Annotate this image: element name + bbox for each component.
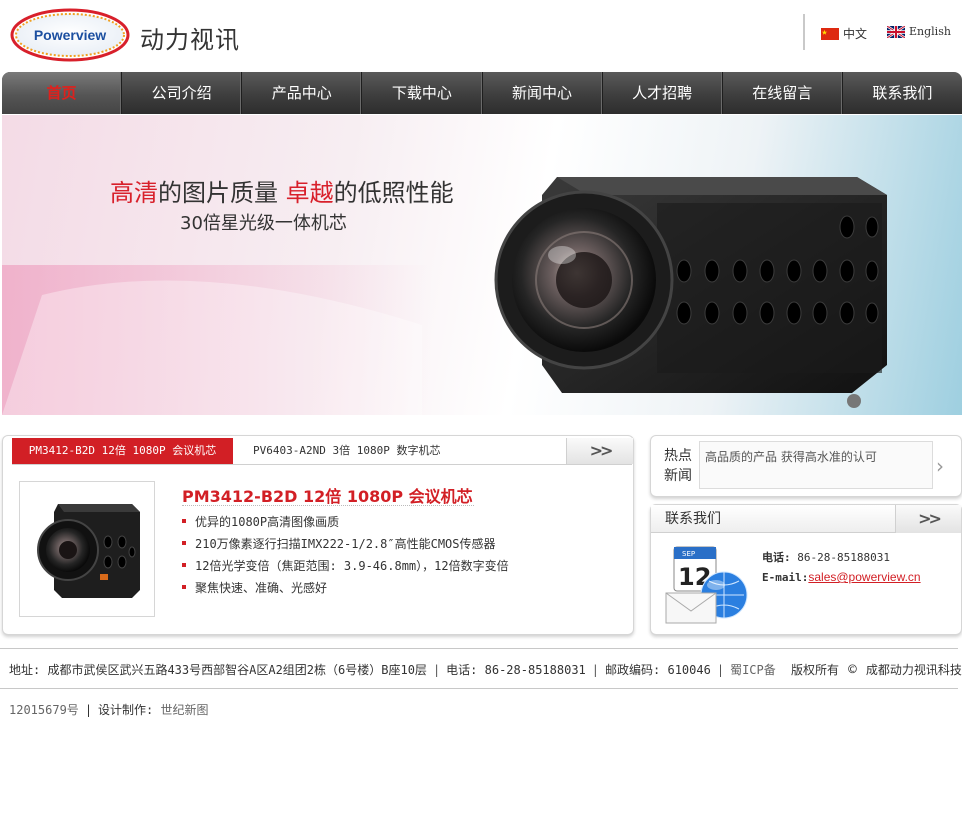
hero-banner[interactable]: 高清的图片质量 卓越的低照性能 30倍星光级一体机芯 bbox=[2, 115, 962, 415]
calendar-mail-globe-icon: SEP 12 bbox=[664, 541, 752, 627]
footer-info: 地址: 成都市武侯区武兴五路433号西部智谷A区A2组团2栋（6号楼）B座10层… bbox=[9, 661, 962, 678]
nav-careers[interactable]: 人才招聘 bbox=[603, 72, 723, 114]
header-divider bbox=[803, 14, 805, 50]
contact-email: E-mail:sales@powerview.cn bbox=[762, 570, 921, 584]
powerview-logo[interactable]: Powerview bbox=[10, 8, 130, 62]
banner-headline: 高清的图片质量 卓越的低照性能 bbox=[110, 179, 454, 207]
hot-news-label: 热点新闻 bbox=[664, 448, 692, 484]
hot-news-item[interactable]: 高品质的产品 获得高水准的认可 bbox=[705, 448, 877, 465]
contact-heading: 联系我们 bbox=[651, 505, 895, 533]
nav-about[interactable]: 公司介绍 bbox=[122, 72, 243, 114]
footer-postcode: 邮政编码: 610046 bbox=[605, 663, 711, 677]
footer-designer-link[interactable]: 世纪新图 bbox=[161, 703, 209, 717]
footer-rights: 版权所有 bbox=[790, 663, 839, 677]
footer-credits: 12015679号 | 设计制作: 世纪新图 bbox=[9, 703, 209, 717]
footer-icp-number[interactable]: 12015679号 bbox=[9, 703, 79, 717]
footer-company: 成都动力视讯科技有限公司 bbox=[865, 663, 962, 677]
nav-products[interactable]: 产品中心 bbox=[242, 72, 363, 114]
contact-more-button[interactable]: >> bbox=[895, 505, 961, 533]
product-title-rule bbox=[182, 505, 474, 506]
tab-pv6403[interactable]: PV6403-A2ND 3倍 1080P 数字机芯 bbox=[253, 438, 440, 464]
banner-subtitle: 30倍星光级一体机芯 bbox=[180, 213, 347, 234]
china-flag-icon bbox=[821, 27, 839, 40]
lang-english-label: English bbox=[909, 25, 951, 38]
nav-downloads[interactable]: 下载中心 bbox=[362, 72, 483, 114]
hot-news-next-icon[interactable]: › bbox=[936, 454, 944, 478]
nav-contact[interactable]: 联系我们 bbox=[843, 72, 962, 114]
tab-pm3412[interactable]: PM3412-B2D 12倍 1080P 会议机芯 bbox=[12, 438, 233, 464]
footer-address: 地址: 成都市武侯区武兴五路433号西部智谷A区A2组团2栋（6号楼）B座10层 bbox=[9, 663, 427, 677]
uk-flag-icon bbox=[886, 24, 906, 39]
nav-news[interactable]: 新闻中心 bbox=[483, 72, 603, 114]
products-more-button[interactable]: >> bbox=[566, 438, 633, 464]
footer-design-label: 设计制作: bbox=[98, 703, 154, 717]
logo-text: Powerview bbox=[34, 27, 106, 43]
footer-rule-bottom bbox=[0, 688, 958, 689]
main-nav: 首页 公司介绍 产品中心 下载中心 新闻中心 人才招聘 在线留言 联系我们 bbox=[2, 72, 962, 114]
footer-rule-top bbox=[0, 648, 958, 649]
lang-chinese-label: 中文 bbox=[843, 27, 868, 41]
nav-message[interactable]: 在线留言 bbox=[723, 72, 843, 114]
email-link[interactable]: sales@powerview.cn bbox=[808, 570, 920, 584]
lang-english-link[interactable]: English bbox=[886, 24, 951, 39]
product-title[interactable]: PM3412-B2D 12倍 1080P 会议机芯 bbox=[182, 483, 473, 507]
footer-phone: 电话: 86-28-85188031 bbox=[446, 663, 586, 677]
brand-name: 动力视讯 bbox=[140, 26, 240, 54]
feature-item: 优异的1080P高清图像画质 bbox=[182, 513, 339, 530]
svg-text:SEP: SEP bbox=[682, 550, 695, 558]
footer-icp-link[interactable]: 蜀ICP备 bbox=[730, 663, 776, 677]
copyright-icon: © bbox=[848, 662, 857, 678]
contact-phone: 电话: 86-28-85188031 bbox=[762, 551, 890, 564]
feature-item: 聚焦快速、准确、光感好 bbox=[182, 579, 327, 596]
feature-item: 210万像素逐行扫描IMX222-1/2.8″高性能CMOS传感器 bbox=[182, 535, 496, 552]
product-thumbnail[interactable] bbox=[19, 481, 155, 617]
feature-item: 12倍光学变倍（焦距范围: 3.9-46.8mm），12倍数字变倍 bbox=[182, 557, 509, 574]
nav-home[interactable]: 首页 bbox=[2, 72, 123, 114]
camera-module-image bbox=[2, 177, 887, 415]
lang-chinese-link[interactable]: 中文 bbox=[821, 25, 867, 42]
